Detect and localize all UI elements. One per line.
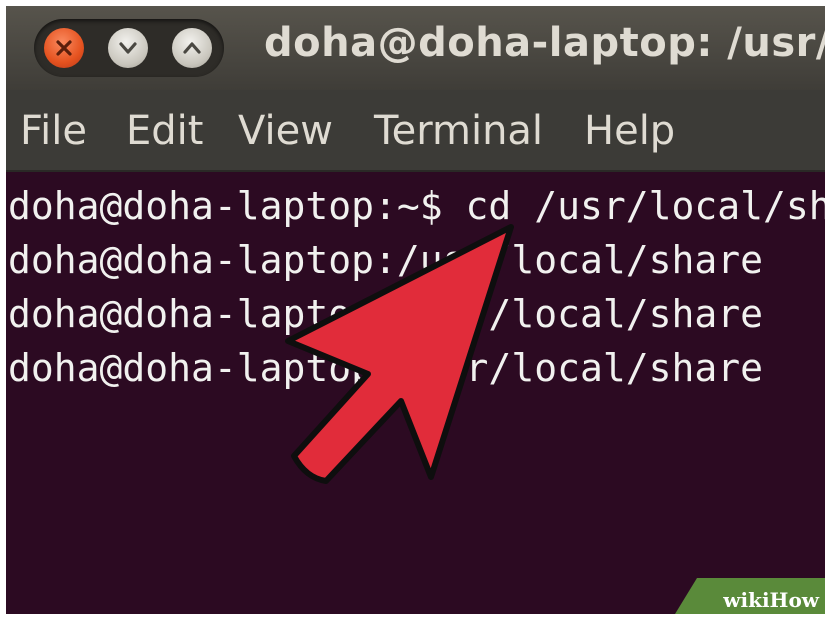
wikihow-watermark: wikiHow [675, 578, 825, 614]
terminal-window: doha@doha-laptop: /usr/local/share File … [6, 6, 825, 614]
red-arrow-pointer [285, 224, 514, 484]
watermark-text: wikiHow [723, 588, 819, 612]
